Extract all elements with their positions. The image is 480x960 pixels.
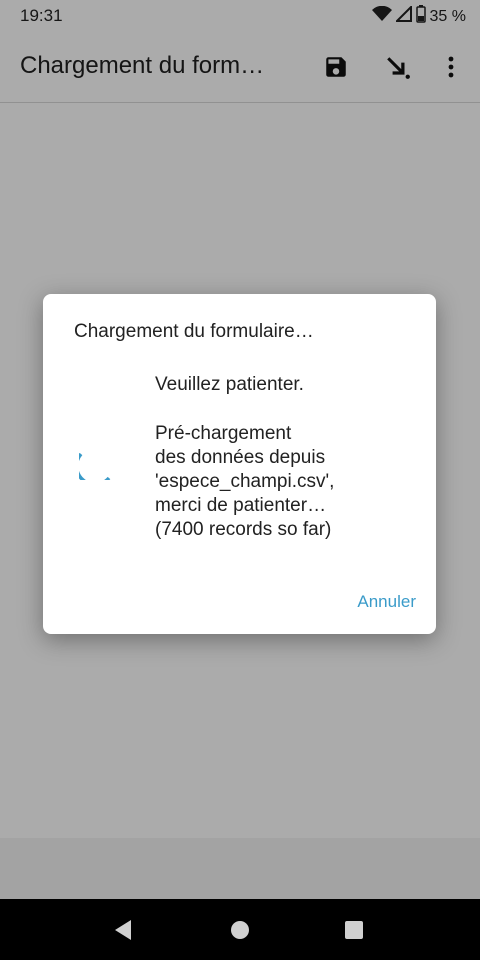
dialog-message-line: Pré-chargement (155, 423, 292, 444)
back-icon[interactable] (112, 919, 134, 941)
progress-dialog: Chargement du formulaire… Veuillez patie… (43, 294, 436, 634)
cancel-button[interactable]: Annuler (357, 592, 416, 612)
screen: 19:31 35 % Chargement du form… Chargemen… (0, 0, 480, 960)
dialog-message-line: des données depuis (155, 447, 326, 468)
dialog-message-line: merci de patienter… (155, 495, 327, 516)
dialog-message-wait: Veuillez patienter. (155, 374, 304, 395)
dialog-title: Chargement du formulaire… (74, 321, 314, 342)
system-nav-bar (0, 899, 480, 960)
recents-icon[interactable] (343, 919, 365, 941)
dialog-message-line: 'espece_champi.csv', (155, 471, 335, 492)
dialog-message-details: Pré-chargement des données depuis 'espec… (155, 422, 425, 542)
home-icon[interactable] (229, 919, 251, 941)
progress-spinner-icon (74, 440, 119, 487)
dialog-message-line: (7400 records so far) (155, 519, 332, 540)
